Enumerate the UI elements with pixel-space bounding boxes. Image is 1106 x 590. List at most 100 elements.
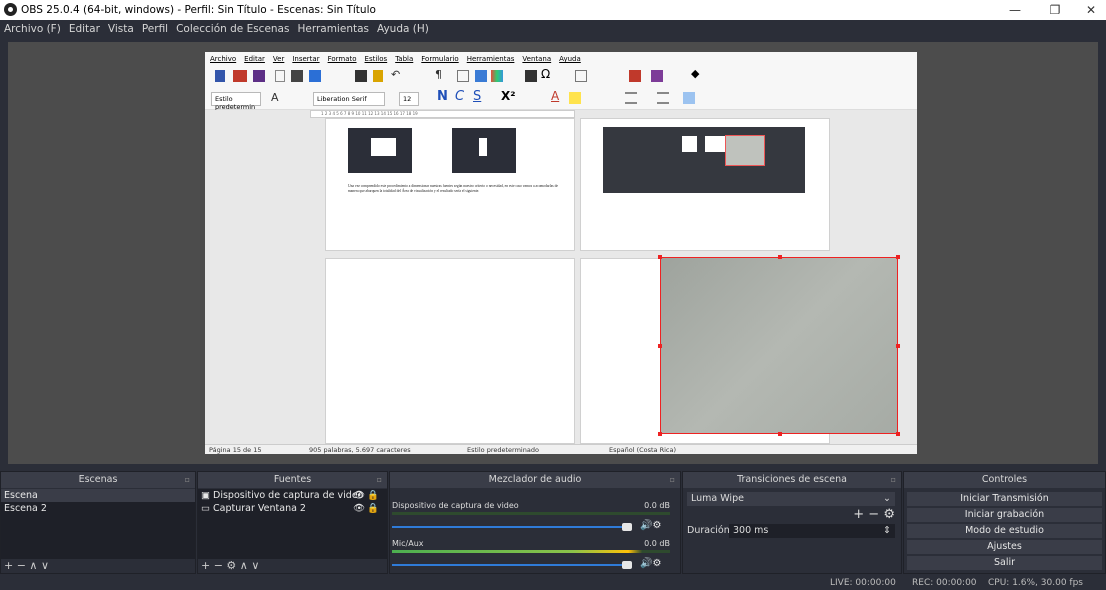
settings-button[interactable]: Ajustes: [907, 540, 1102, 554]
paragraph-style-combo: Estilo predetermin: [211, 92, 261, 111]
minimize-icon[interactable]: —: [1000, 1, 1030, 19]
scenes-toolbar[interactable]: + − ∧ ∨: [1, 559, 195, 573]
resize-handle[interactable]: [778, 255, 782, 259]
maximize-icon[interactable]: ❐: [1040, 1, 1070, 19]
mixer-channel: Dispositivo de captura de video 0.0 dB 🔊…: [392, 499, 670, 537]
sources-header: Fuentes ▫: [198, 472, 387, 488]
lock-icon[interactable]: 🔒: [367, 502, 379, 515]
window-titlebar: OBS 25.0.4 (64-bit, windows) - Perfil: S…: [0, 0, 1106, 20]
document-page: Una vez comprendido este procedimiento a…: [325, 118, 575, 251]
duration-value: 300 ms: [733, 525, 769, 536]
special-character-icon: Ω: [541, 67, 551, 81]
float-icon[interactable]: ▫: [891, 472, 896, 488]
writer-status-words: 905 palabras, 5.697 caracteres: [309, 446, 411, 454]
mixer-channels: Dispositivo de captura de video 0.0 dB 🔊…: [390, 489, 680, 573]
resize-handle[interactable]: [896, 344, 900, 348]
duration-input[interactable]: 300 ms ⇕: [729, 524, 895, 538]
volume-slider-knob[interactable]: [622, 561, 632, 569]
writer-ruler: 1 2 3 4 5 6 7 8 9 10 11 12 13 14 15 16 1…: [310, 110, 575, 118]
writer-menu-item: Editar: [244, 55, 265, 63]
float-icon[interactable]: ▫: [377, 472, 382, 488]
lock-icon[interactable]: 🔒: [367, 489, 379, 502]
channel-name: Dispositivo de captura de video: [392, 501, 519, 510]
transition-select[interactable]: Luma Wipe ⌄: [687, 492, 895, 506]
scenes-dock: Escenas ▫ Escena Escena 2 + − ∧ ∨: [0, 471, 196, 574]
window-title: OBS 25.0.4 (64-bit, windows) - Perfil: S…: [21, 4, 376, 16]
menu-editar[interactable]: Editar: [65, 20, 104, 35]
menu-ayuda[interactable]: Ayuda (H): [373, 20, 433, 35]
menu-archivo[interactable]: Archivo (F): [0, 20, 65, 35]
comment-icon: [629, 70, 641, 82]
superscript-icon: X²: [501, 89, 516, 103]
transition-buttons[interactable]: + − ⚙: [853, 507, 895, 522]
scene-item[interactable]: Escena 2: [1, 502, 195, 515]
window-icon: ▭: [201, 503, 210, 514]
video-capture-source[interactable]: [658, 255, 900, 436]
live-time: LIVE: 00:00:00: [830, 578, 896, 588]
start-streaming-button[interactable]: Iniciar Transmisión: [907, 492, 1102, 506]
float-icon[interactable]: ▫: [670, 472, 675, 488]
scene-item[interactable]: Escena: [1, 489, 195, 502]
source-label: Dispositivo de captura de video: [213, 490, 364, 501]
writer-menu-item: Ver: [272, 55, 285, 63]
menu-coleccion-escenas[interactable]: Colección de Escenas: [172, 20, 293, 35]
volume-slider[interactable]: [392, 564, 622, 566]
sources-toolbar[interactable]: + − ⚙ ∧ ∨: [198, 559, 387, 573]
mixer-channel: Mic/Aux 0.0 dB 🔊⚙: [392, 537, 670, 575]
print-preview-icon: [309, 70, 321, 82]
volume-slider[interactable]: [392, 526, 622, 528]
exit-button[interactable]: Salir: [907, 556, 1102, 570]
insert-chart-icon: [491, 70, 503, 82]
resize-handle[interactable]: [778, 432, 782, 436]
page-screenshot: [452, 128, 516, 173]
resize-handle[interactable]: [896, 255, 900, 259]
scenes-title: Escenas: [78, 474, 118, 485]
controls-title: Controles: [981, 474, 1028, 485]
writer-menu-item: Formato: [327, 55, 357, 63]
speaker-icon[interactable]: 🔊⚙: [640, 520, 661, 531]
visibility-eye-icon[interactable]: 👁: [353, 489, 365, 502]
volume-slider-knob[interactable]: [622, 523, 632, 531]
insert-shape-icon: ◆: [691, 67, 700, 80]
writer-menu-item: Formulario: [421, 55, 459, 63]
speaker-icon[interactable]: 🔊⚙: [640, 558, 661, 569]
writer-menu-item: Estilos: [364, 55, 388, 63]
italic-icon: C: [455, 89, 465, 104]
studio-mode-button[interactable]: Modo de estudio: [907, 524, 1102, 538]
justify-icon: [683, 92, 695, 104]
menu-vista[interactable]: Vista: [104, 20, 138, 35]
status-bar: LIVE: 00:00:00 REC: 00:00:00 CPU: 1.6%, …: [0, 576, 1106, 590]
close-icon[interactable]: ✕: [1076, 1, 1106, 19]
sources-title: Fuentes: [273, 474, 312, 485]
resize-handle[interactable]: [658, 432, 662, 436]
channel-db: 0.0 dB: [644, 501, 670, 510]
align-center-icon: [657, 92, 669, 104]
insert-table-icon: [457, 70, 469, 82]
menu-herramientas[interactable]: Herramientas: [293, 20, 373, 35]
resize-handle[interactable]: [658, 344, 662, 348]
font-color-icon: A: [551, 89, 560, 103]
paste-icon: [355, 70, 367, 82]
transition-selected-value: Luma Wipe: [691, 493, 744, 504]
document-page: [325, 258, 575, 444]
resize-handle[interactable]: [658, 255, 662, 259]
start-recording-button[interactable]: Iniciar grabación: [907, 508, 1102, 522]
mixer-title: Mezclador de audio: [488, 474, 582, 485]
float-icon[interactable]: ▫: [185, 472, 190, 488]
source-item[interactable]: ▭ Capturar Ventana 2 👁 🔒: [198, 502, 387, 515]
transitions-dock: Transiciones de escena ▫ Luma Wipe ⌄ + − ⚙…: [682, 471, 902, 574]
scenes-header: Escenas ▫: [1, 472, 195, 488]
visibility-eye-icon[interactable]: 👁: [353, 502, 365, 515]
transitions-header: Transiciones de escena ▫: [683, 472, 901, 488]
source-item[interactable]: ▣ Dispositivo de captura de video 👁 🔒: [198, 489, 387, 502]
audio-mixer-dock: Mezclador de audio ▫ Dispositivo de captu…: [389, 471, 681, 574]
obs-logo-icon: [4, 3, 17, 16]
volume-meter: [392, 512, 670, 515]
font-size-combo: 12: [399, 92, 419, 106]
writer-status-bar: Página 15 de 15 905 palabras, 5.697 cara…: [205, 444, 917, 454]
bold-icon: N: [437, 89, 448, 104]
resize-handle[interactable]: [896, 432, 900, 436]
channel-name: Mic/Aux: [392, 539, 424, 548]
spin-icon[interactable]: ⇕: [883, 524, 891, 538]
menu-perfil[interactable]: Perfil: [138, 20, 172, 35]
